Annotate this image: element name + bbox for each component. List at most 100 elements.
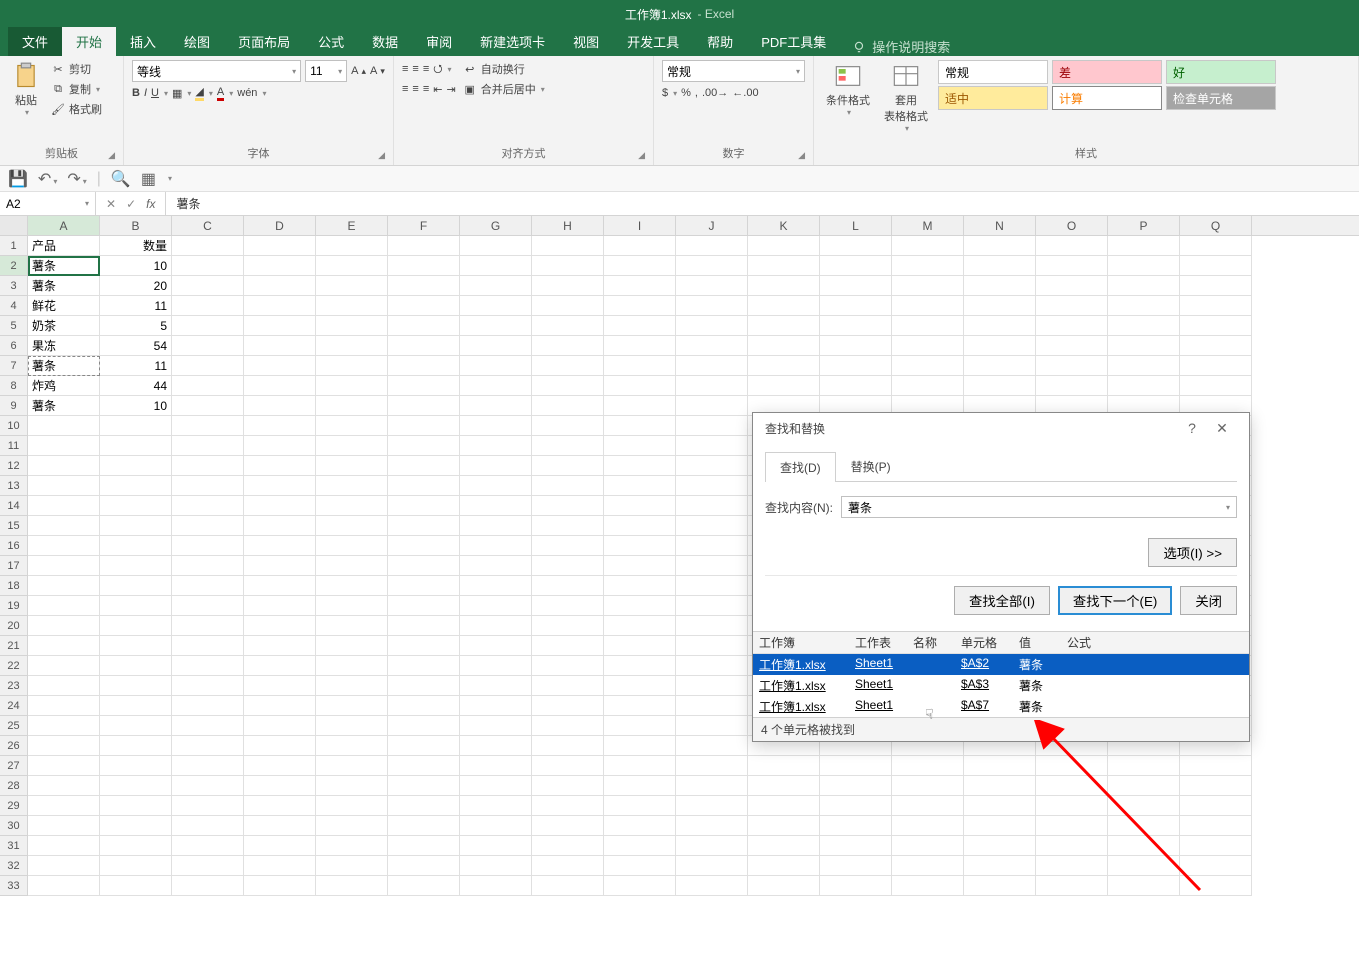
cell[interactable]: [676, 396, 748, 416]
cell[interactable]: [820, 236, 892, 256]
cell[interactable]: [1180, 796, 1252, 816]
tab-insert[interactable]: 插入: [116, 27, 170, 56]
cell[interactable]: [964, 836, 1036, 856]
underline-button[interactable]: U▾: [151, 84, 168, 102]
cell[interactable]: [1108, 756, 1180, 776]
cell[interactable]: [676, 516, 748, 536]
cell[interactable]: [244, 276, 316, 296]
cell[interactable]: [172, 236, 244, 256]
cell[interactable]: [532, 596, 604, 616]
cell[interactable]: [1036, 836, 1108, 856]
align-right-button[interactable]: ≡: [423, 80, 429, 98]
increase-font-button[interactable]: A▴: [351, 62, 366, 80]
cell[interactable]: [244, 756, 316, 776]
style-normal[interactable]: 常规: [938, 60, 1048, 84]
cell[interactable]: [532, 436, 604, 456]
cell[interactable]: [28, 516, 100, 536]
cell[interactable]: [604, 436, 676, 456]
cell[interactable]: [676, 616, 748, 636]
align-bottom-button[interactable]: ≡: [423, 60, 429, 78]
row-header[interactable]: 33: [0, 876, 27, 896]
cell[interactable]: [676, 316, 748, 336]
cell[interactable]: [532, 796, 604, 816]
cell[interactable]: [388, 556, 460, 576]
cell[interactable]: [316, 756, 388, 776]
cell[interactable]: [100, 696, 172, 716]
cell[interactable]: [172, 676, 244, 696]
cell[interactable]: [604, 496, 676, 516]
cell[interactable]: [100, 516, 172, 536]
cell[interactable]: [460, 536, 532, 556]
cell[interactable]: [316, 856, 388, 876]
cell[interactable]: [1036, 336, 1108, 356]
cell[interactable]: [388, 716, 460, 736]
cell[interactable]: [460, 656, 532, 676]
tab-home[interactable]: 开始: [62, 27, 116, 56]
cell[interactable]: [388, 656, 460, 676]
phonetic-button[interactable]: wén▾: [237, 84, 266, 102]
dialog-titlebar[interactable]: 查找和替换 ? ✕: [753, 413, 1249, 443]
cell[interactable]: [748, 356, 820, 376]
cell[interactable]: [172, 416, 244, 436]
cell[interactable]: [532, 536, 604, 556]
cell[interactable]: [820, 376, 892, 396]
cell[interactable]: [244, 636, 316, 656]
cell[interactable]: [172, 856, 244, 876]
merge-center-button[interactable]: ▣合并后居中▾: [462, 80, 545, 98]
cell[interactable]: [316, 276, 388, 296]
cell[interactable]: [676, 576, 748, 596]
cell[interactable]: [460, 696, 532, 716]
cell[interactable]: [1180, 776, 1252, 796]
cell[interactable]: [316, 596, 388, 616]
cell[interactable]: [820, 256, 892, 276]
cell[interactable]: [316, 836, 388, 856]
cell[interactable]: [748, 276, 820, 296]
cell[interactable]: [892, 316, 964, 336]
cell[interactable]: [244, 816, 316, 836]
row-header[interactable]: 7: [0, 356, 27, 376]
cell[interactable]: [1180, 256, 1252, 276]
column-header-H[interactable]: H: [532, 216, 604, 235]
tab-file[interactable]: 文件: [8, 27, 62, 56]
column-header-I[interactable]: I: [604, 216, 676, 235]
cell[interactable]: [460, 316, 532, 336]
cell[interactable]: [460, 616, 532, 636]
cell[interactable]: [28, 616, 100, 636]
tab-formulas[interactable]: 公式: [304, 27, 358, 56]
copy-button[interactable]: ⧉复制▾: [50, 80, 102, 98]
cell[interactable]: [28, 436, 100, 456]
cell[interactable]: [604, 876, 676, 896]
cell[interactable]: [676, 756, 748, 776]
cell[interactable]: [388, 756, 460, 776]
cell[interactable]: [316, 256, 388, 276]
wrap-text-button[interactable]: ↩自动换行: [462, 60, 545, 78]
cell[interactable]: [388, 296, 460, 316]
cell[interactable]: 薯条: [28, 276, 100, 296]
cell[interactable]: [748, 756, 820, 776]
cell[interactable]: [1036, 236, 1108, 256]
cell[interactable]: [244, 436, 316, 456]
cell[interactable]: [532, 836, 604, 856]
cell[interactable]: [244, 596, 316, 616]
cell[interactable]: [748, 816, 820, 836]
fill-color-button[interactable]: ◢▾: [195, 84, 212, 102]
cell[interactable]: [316, 576, 388, 596]
cell[interactable]: 炸鸡: [28, 376, 100, 396]
cell[interactable]: [172, 456, 244, 476]
cell[interactable]: [100, 656, 172, 676]
cell[interactable]: [1108, 356, 1180, 376]
row-header[interactable]: 12: [0, 456, 27, 476]
cell[interactable]: [676, 276, 748, 296]
tab-draw[interactable]: 绘图: [170, 27, 224, 56]
cell[interactable]: [100, 556, 172, 576]
launcher-icon[interactable]: ◢: [378, 150, 385, 161]
cell[interactable]: [244, 236, 316, 256]
cell[interactable]: [316, 356, 388, 376]
cell[interactable]: [748, 836, 820, 856]
select-all-corner[interactable]: [0, 216, 28, 235]
cell[interactable]: 果冻: [28, 336, 100, 356]
cell[interactable]: [28, 696, 100, 716]
decrease-decimal-button[interactable]: ←.00: [732, 84, 758, 102]
cell[interactable]: [532, 356, 604, 376]
cell[interactable]: [316, 716, 388, 736]
